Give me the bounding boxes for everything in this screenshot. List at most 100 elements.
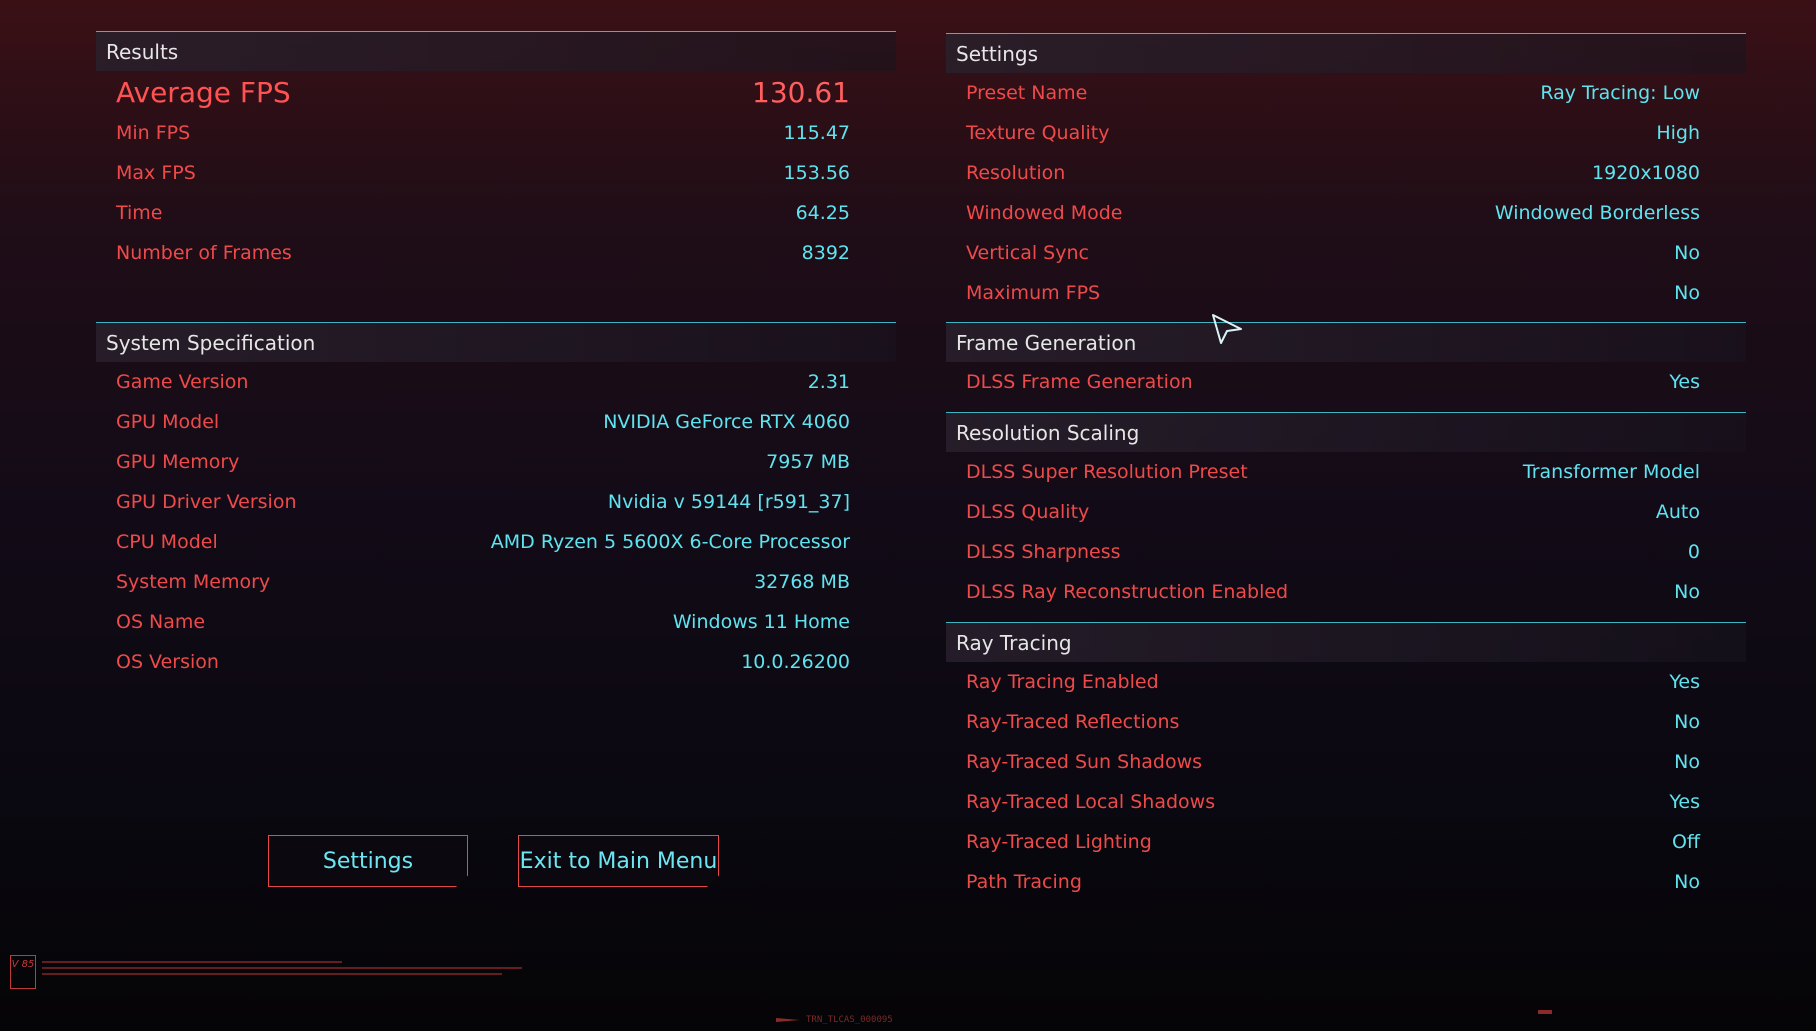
row-label: GPU Driver Version <box>116 491 297 513</box>
spec-row: GPU Driver Version Nvidia v 59144 [r591_… <box>96 482 896 522</box>
ray-tracing-panel: Ray Tracing Ray Tracing Enabled Yes Ray-… <box>946 622 1746 902</box>
row-label: Number of Frames <box>116 242 292 264</box>
row-value: 7957 MB <box>766 451 850 473</box>
row-value: Auto <box>1655 501 1700 523</box>
setting-row: Vertical Sync No <box>946 233 1746 273</box>
row-value: 64.25 <box>795 202 850 224</box>
setting-row: Preset Name Ray Tracing: Low <box>946 73 1746 113</box>
version-badge-icon: V 85 <box>10 955 36 989</box>
spec-row: System Memory 32768 MB <box>96 562 896 602</box>
system-spec-title: System Specification <box>106 330 316 355</box>
setting-row: DLSS Frame Generation Yes <box>946 362 1746 402</box>
row-label: Vertical Sync <box>966 242 1089 264</box>
average-fps-value: 130.61 <box>752 75 850 109</box>
row-label: Ray-Traced Local Shadows <box>966 791 1216 813</box>
mouse-pointer-icon <box>1212 314 1242 344</box>
row-value: 10.0.26200 <box>741 651 850 673</box>
row-label: DLSS Ray Reconstruction Enabled <box>966 581 1289 603</box>
spec-row: Game Version 2.31 <box>96 362 896 402</box>
row-value: 8392 <box>801 242 850 264</box>
row-label: Ray Tracing Enabled <box>966 671 1159 693</box>
frame-generation-header: Frame Generation <box>946 322 1746 362</box>
resolution-scaling-rows: DLSS Super Resolution Preset Transformer… <box>946 452 1746 612</box>
row-label: DLSS Frame Generation <box>966 371 1193 393</box>
spec-row: OS Name Windows 11 Home <box>96 602 896 642</box>
frame-generation-rows: DLSS Frame Generation Yes <box>946 362 1746 402</box>
setting-row: DLSS Ray Reconstruction Enabled No <box>946 572 1746 612</box>
spec-row: OS Version 10.0.26200 <box>96 642 896 682</box>
row-label: Max FPS <box>116 162 196 184</box>
row-label: Ray-Traced Sun Shadows <box>966 751 1203 773</box>
row-value: No <box>1674 711 1700 733</box>
row-label: Maximum FPS <box>966 282 1101 304</box>
row-label: DLSS Quality <box>966 501 1090 523</box>
setting-row: Texture Quality High <box>946 113 1746 153</box>
spec-row: GPU Model NVIDIA GeForce RTX 4060 <box>96 402 896 442</box>
results-panel: Results Average FPS 130.61 Min FPS 115.4… <box>96 31 896 273</box>
row-label: CPU Model <box>116 531 218 553</box>
setting-row: DLSS Super Resolution Preset Transformer… <box>946 452 1746 492</box>
row-value: Yes <box>1669 791 1700 813</box>
settings-rows: Preset Name Ray Tracing: Low Texture Qua… <box>946 73 1746 313</box>
results-row: Min FPS 115.47 <box>96 113 896 153</box>
row-value: Windows 11 Home <box>672 611 850 633</box>
row-value: 2.31 <box>807 371 850 393</box>
exit-to-main-menu-button[interactable]: Exit to Main Menu <box>518 835 719 887</box>
row-label: Game Version <box>116 371 249 393</box>
legal-fine-print <box>42 961 522 981</box>
resolution-scaling-header: Resolution Scaling <box>946 412 1746 452</box>
results-rows: Average FPS 130.61 Min FPS 115.47 Max FP… <box>96 71 896 273</box>
average-fps-label: Average FPS <box>116 75 291 109</box>
row-label: Min FPS <box>116 122 191 144</box>
row-value: Windowed Borderless <box>1494 202 1700 224</box>
row-label: OS Version <box>116 651 219 673</box>
row-label: DLSS Sharpness <box>966 541 1121 563</box>
row-label: Windowed Mode <box>966 202 1123 224</box>
row-label: Texture Quality <box>966 122 1110 144</box>
ray-tracing-rows: Ray Tracing Enabled Yes Ray-Traced Refle… <box>946 662 1746 902</box>
ray-tracing-header: Ray Tracing <box>946 622 1746 662</box>
setting-row: DLSS Quality Auto <box>946 492 1746 532</box>
row-value: 153.56 <box>783 162 850 184</box>
settings-header: Settings <box>946 33 1746 73</box>
frame-generation-panel: Frame Generation DLSS Frame Generation Y… <box>946 322 1746 402</box>
system-spec-header: System Specification <box>96 322 896 362</box>
row-label: GPU Memory <box>116 451 240 473</box>
row-value: NVIDIA GeForce RTX 4060 <box>603 411 850 433</box>
row-label: DLSS Super Resolution Preset <box>966 461 1248 483</box>
setting-row: Resolution 1920x1080 <box>946 153 1746 193</box>
row-label: Path Tracing <box>966 871 1082 893</box>
row-label: Ray-Traced Lighting <box>966 831 1152 853</box>
decorative-mark <box>1538 1010 1552 1014</box>
setting-row: Ray-Traced Sun Shadows No <box>946 742 1746 782</box>
settings-button-label: Settings <box>322 848 414 874</box>
frame-generation-title: Frame Generation <box>956 330 1137 355</box>
settings-panel: Settings Preset Name Ray Tracing: Low Te… <box>946 33 1746 313</box>
row-value: 0 <box>1687 541 1700 563</box>
results-title: Results <box>106 39 179 64</box>
resolution-scaling-panel: Resolution Scaling DLSS Super Resolution… <box>946 412 1746 612</box>
row-value: Transformer Model <box>1522 461 1700 483</box>
row-value: Off <box>1671 831 1700 853</box>
results-row: Max FPS 153.56 <box>96 153 896 193</box>
setting-row: Path Tracing No <box>946 862 1746 902</box>
system-spec-rows: Game Version 2.31 GPU Model NVIDIA GeFor… <box>96 362 896 682</box>
row-label: Preset Name <box>966 82 1088 104</box>
setting-row: Windowed Mode Windowed Borderless <box>946 193 1746 233</box>
arrow-icon <box>776 1018 800 1022</box>
row-value: Yes <box>1669 371 1700 393</box>
row-value: 32768 MB <box>754 571 850 593</box>
average-fps-row: Average FPS 130.61 <box>96 71 896 113</box>
row-label: GPU Model <box>116 411 220 433</box>
exit-button-label: Exit to Main Menu <box>519 848 718 874</box>
setting-row: Ray-Traced Reflections No <box>946 702 1746 742</box>
results-header: Results <box>96 31 896 71</box>
row-value: Yes <box>1669 671 1700 693</box>
settings-button[interactable]: Settings <box>268 835 468 887</box>
setting-row: Ray Tracing Enabled Yes <box>946 662 1746 702</box>
system-spec-panel: System Specification Game Version 2.31 G… <box>96 322 896 682</box>
spec-row: CPU Model AMD Ryzen 5 5600X 6-Core Proce… <box>96 522 896 562</box>
footer-tag-text: TRN_TLCAS_000095 <box>806 1015 893 1025</box>
row-value: No <box>1674 581 1700 603</box>
row-value: Ray Tracing: Low <box>1540 82 1700 104</box>
